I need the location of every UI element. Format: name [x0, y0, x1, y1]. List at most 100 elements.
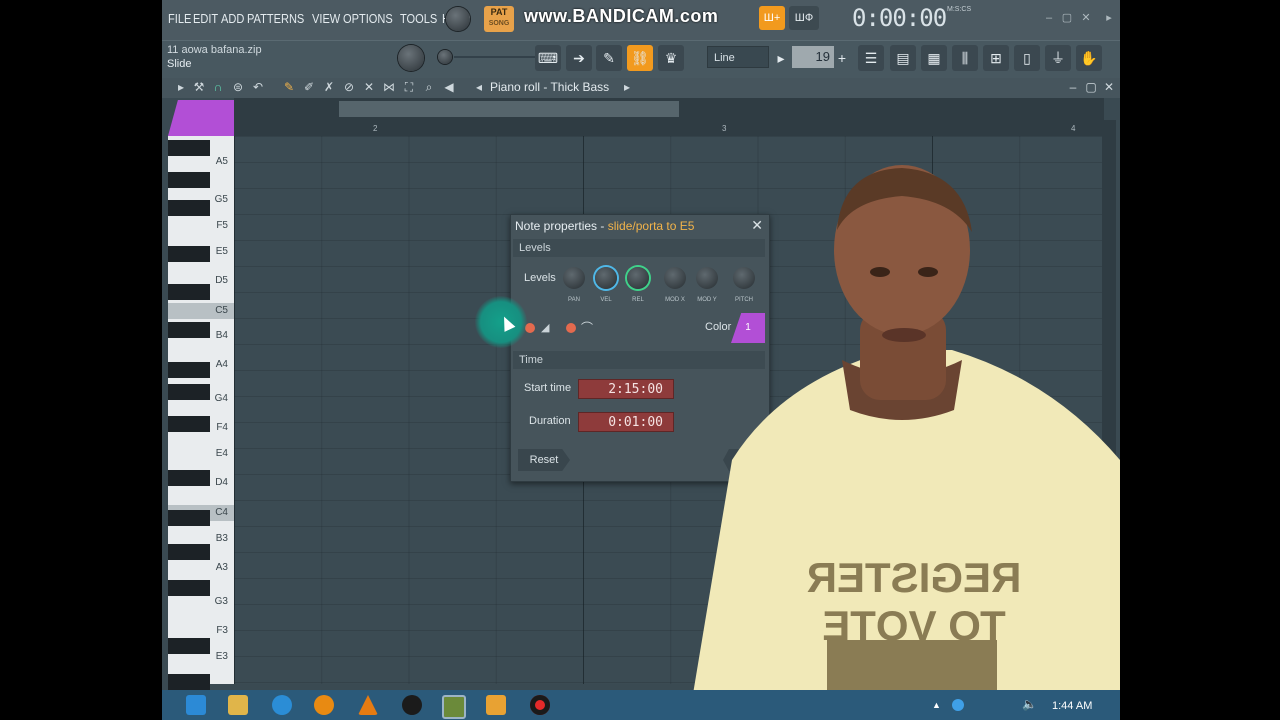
- fl-studio-icon[interactable]: [442, 695, 466, 719]
- channel-rack-icon[interactable]: ▦: [921, 45, 947, 71]
- porta-toggle-icon[interactable]: [566, 323, 576, 333]
- step-edit-icon[interactable]: ➔: [566, 45, 592, 71]
- tempo-slider-track[interactable]: [454, 56, 544, 58]
- magnet-icon[interactable]: ∩: [211, 80, 225, 94]
- note-preview-corner[interactable]: [168, 100, 234, 136]
- pat-song-toggle[interactable]: PAT SONG: [484, 6, 514, 32]
- main-pitch-knob[interactable]: [398, 45, 424, 71]
- bandicam-record-icon[interactable]: [530, 695, 550, 715]
- black-key[interactable]: [168, 544, 210, 560]
- pattern-prev-icon[interactable]: ▸: [774, 45, 788, 71]
- plugin-icon[interactable]: ⏚: [1045, 45, 1071, 71]
- key-label: C4: [215, 507, 228, 518]
- link-icon[interactable]: ⛓: [627, 45, 653, 71]
- chrome-icon[interactable]: [272, 695, 292, 715]
- metronome-icon[interactable]: ♛: [658, 45, 684, 71]
- menu-circle-icon[interactable]: ⊜: [231, 80, 245, 94]
- volume-icon[interactable]: 🔈: [1022, 697, 1037, 711]
- black-key[interactable]: [168, 638, 210, 654]
- undo-icon[interactable]: ↶: [251, 80, 265, 94]
- playback-icon[interactable]: ◀: [442, 80, 456, 94]
- black-key[interactable]: [168, 510, 210, 526]
- velocity-knob[interactable]: [595, 267, 617, 289]
- browser-icon[interactable]: ⊞: [983, 45, 1009, 71]
- mod-x-knob[interactable]: [664, 267, 686, 289]
- black-key[interactable]: [168, 362, 210, 378]
- key-label: D4: [215, 477, 228, 488]
- horizontal-scrollbar[interactable]: [339, 101, 679, 117]
- select-icon[interactable]: ⛶: [402, 80, 416, 94]
- pencil-icon[interactable]: ✎: [282, 80, 296, 94]
- help-icon[interactable]: ✋: [1076, 45, 1102, 71]
- playlist-icon[interactable]: ☰: [858, 45, 884, 71]
- slice-icon[interactable]: ⋈: [382, 80, 396, 94]
- black-key[interactable]: [168, 200, 210, 216]
- black-key[interactable]: [168, 384, 210, 400]
- pan-knob[interactable]: [563, 267, 585, 289]
- mute-tool-icon[interactable]: ⊘: [342, 80, 356, 94]
- dropdown-arrow-icon[interactable]: ▸: [1102, 12, 1116, 24]
- windows-taskbar: [162, 690, 1120, 720]
- menu-view[interactable]: VIEW: [312, 0, 340, 40]
- black-key[interactable]: [168, 470, 210, 486]
- record-screen-button[interactable]: Ш+: [759, 6, 785, 30]
- top-menu-bar: FILE EDIT ADD PATTERNS VIEW OPTIONS TOOL…: [162, 0, 1120, 40]
- snap-mode-select[interactable]: Line: [707, 46, 769, 68]
- pattern-number[interactable]: 19: [792, 46, 834, 68]
- menu-tools[interactable]: TOOLS: [400, 0, 437, 40]
- black-key[interactable]: [168, 674, 210, 690]
- play-arrow-icon[interactable]: ▸: [174, 80, 188, 94]
- release-knob[interactable]: [627, 267, 649, 289]
- tray-arrow-icon[interactable]: ▲: [932, 700, 941, 710]
- black-key[interactable]: [168, 246, 210, 262]
- bar-number: 4: [1071, 124, 1076, 133]
- avast-icon[interactable]: [314, 695, 334, 715]
- pattern-add-button[interactable]: +: [835, 45, 849, 71]
- minimize-icon[interactable]: –: [1042, 12, 1056, 24]
- internet-explorer-icon[interactable]: [186, 695, 206, 715]
- tempo-slider-knob[interactable]: [438, 50, 452, 64]
- speaker-mute-icon[interactable]: ✕: [362, 80, 376, 94]
- piano-keyboard[interactable]: A5 G5 F5 E5 D5 C5 B4 A4 G4 F4 E4 D4 C4 B3 A3 G3 F3 E3: [168, 136, 234, 690]
- key-label: G3: [214, 596, 228, 607]
- dialog-title-accent: slide/porta to E5: [607, 219, 695, 233]
- target-arrow-icon[interactable]: ◂: [472, 80, 486, 94]
- master-volume-knob[interactable]: [446, 7, 470, 31]
- close-icon[interactable]: ✕: [1079, 12, 1093, 24]
- black-key[interactable]: [168, 416, 210, 432]
- zoom-icon[interactable]: ⌕: [422, 80, 436, 94]
- maximize-icon[interactable]: ▢: [1060, 12, 1074, 24]
- menu-file[interactable]: FILE: [168, 0, 191, 40]
- file-explorer-icon[interactable]: [228, 695, 248, 715]
- title-arrow-icon[interactable]: ▸: [620, 80, 634, 94]
- menu-options[interactable]: OPTIONS: [343, 0, 393, 40]
- slide-tool-icon[interactable]: ✎: [596, 45, 622, 71]
- app-icon[interactable]: [402, 695, 422, 715]
- menu-add[interactable]: ADD: [221, 0, 244, 40]
- media-player-icon[interactable]: [486, 695, 506, 715]
- wrench-icon[interactable]: ⚒: [192, 80, 206, 94]
- project-file-icon[interactable]: ▯: [1014, 45, 1040, 71]
- record-settings-button[interactable]: ШФ: [789, 6, 819, 30]
- delete-tool-icon[interactable]: ✗: [322, 80, 336, 94]
- mixer-icon[interactable]: ⫼: [952, 45, 978, 71]
- black-key[interactable]: [168, 140, 210, 156]
- reset-button[interactable]: Reset: [518, 449, 570, 471]
- bandicam-watermark: www.BANDICAM.com: [524, 6, 719, 26]
- network-icon[interactable]: [952, 699, 964, 711]
- menu-patterns[interactable]: PATTERNS: [247, 0, 304, 40]
- black-key[interactable]: [168, 172, 210, 188]
- pr-maximize-icon[interactable]: ▢: [1084, 80, 1098, 94]
- duration-field[interactable]: 0:01:00: [578, 412, 674, 432]
- typing-keyboard-icon[interactable]: ⌨: [535, 45, 561, 71]
- black-key[interactable]: [168, 580, 210, 596]
- black-key[interactable]: [168, 322, 210, 338]
- start-time-field[interactable]: 2:15:00: [578, 379, 674, 399]
- menu-edit[interactable]: EDIT: [193, 0, 218, 40]
- pr-minimize-icon[interactable]: –: [1066, 80, 1080, 94]
- dialog-title-text: Note properties -: [515, 219, 608, 233]
- paint-icon[interactable]: ✐: [302, 80, 316, 94]
- piano-roll-icon[interactable]: ▤: [890, 45, 916, 71]
- black-key[interactable]: [168, 284, 210, 300]
- pr-close-icon[interactable]: ✕: [1102, 80, 1116, 94]
